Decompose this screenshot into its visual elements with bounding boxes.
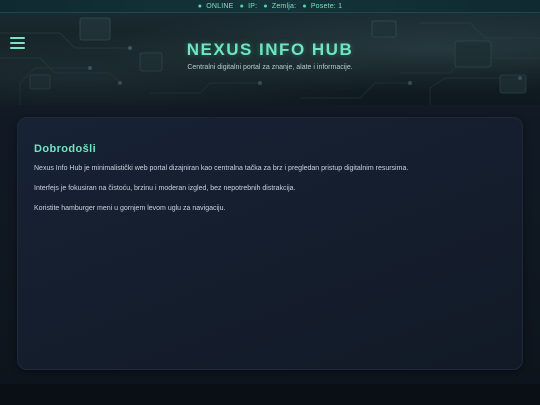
ip-dot-icon: ● bbox=[239, 3, 245, 10]
status-country: Zemlja: bbox=[271, 3, 297, 10]
site-subtitle: Centralni digitalni portal za znanje, al… bbox=[187, 64, 353, 71]
welcome-paragraph: Interfejs je fokusiran na čistoću, brzin… bbox=[34, 185, 296, 192]
status-online: ONLINE bbox=[206, 3, 234, 10]
welcome-card: Dobrodošli Nexus Info Hub je minimalisti… bbox=[17, 117, 523, 370]
footer-strip bbox=[0, 384, 540, 405]
welcome-title: Dobrodošli bbox=[34, 143, 97, 155]
main-content: Dobrodošli Nexus Info Hub je minimalisti… bbox=[0, 105, 540, 405]
country-dot-icon: ● bbox=[263, 3, 268, 10]
status-ip: IP: bbox=[248, 3, 258, 10]
status-visits: Posete: 1 bbox=[310, 3, 343, 10]
header-banner: NEXUS INFO HUB Centralni digitalni porta… bbox=[0, 13, 540, 105]
online-dot-icon: ● bbox=[197, 3, 203, 10]
status-bar: ● ONLINE ● IP: ● Zemlja: ● Posete: 1 bbox=[0, 0, 540, 13]
welcome-paragraph: Nexus Info Hub je minimalistički web por… bbox=[34, 165, 409, 172]
welcome-paragraph: Koristite hamburger meni u gornjem levom… bbox=[34, 205, 226, 212]
site-title: NEXUS INFO HUB bbox=[186, 40, 354, 59]
visits-dot-icon: ● bbox=[302, 3, 307, 10]
